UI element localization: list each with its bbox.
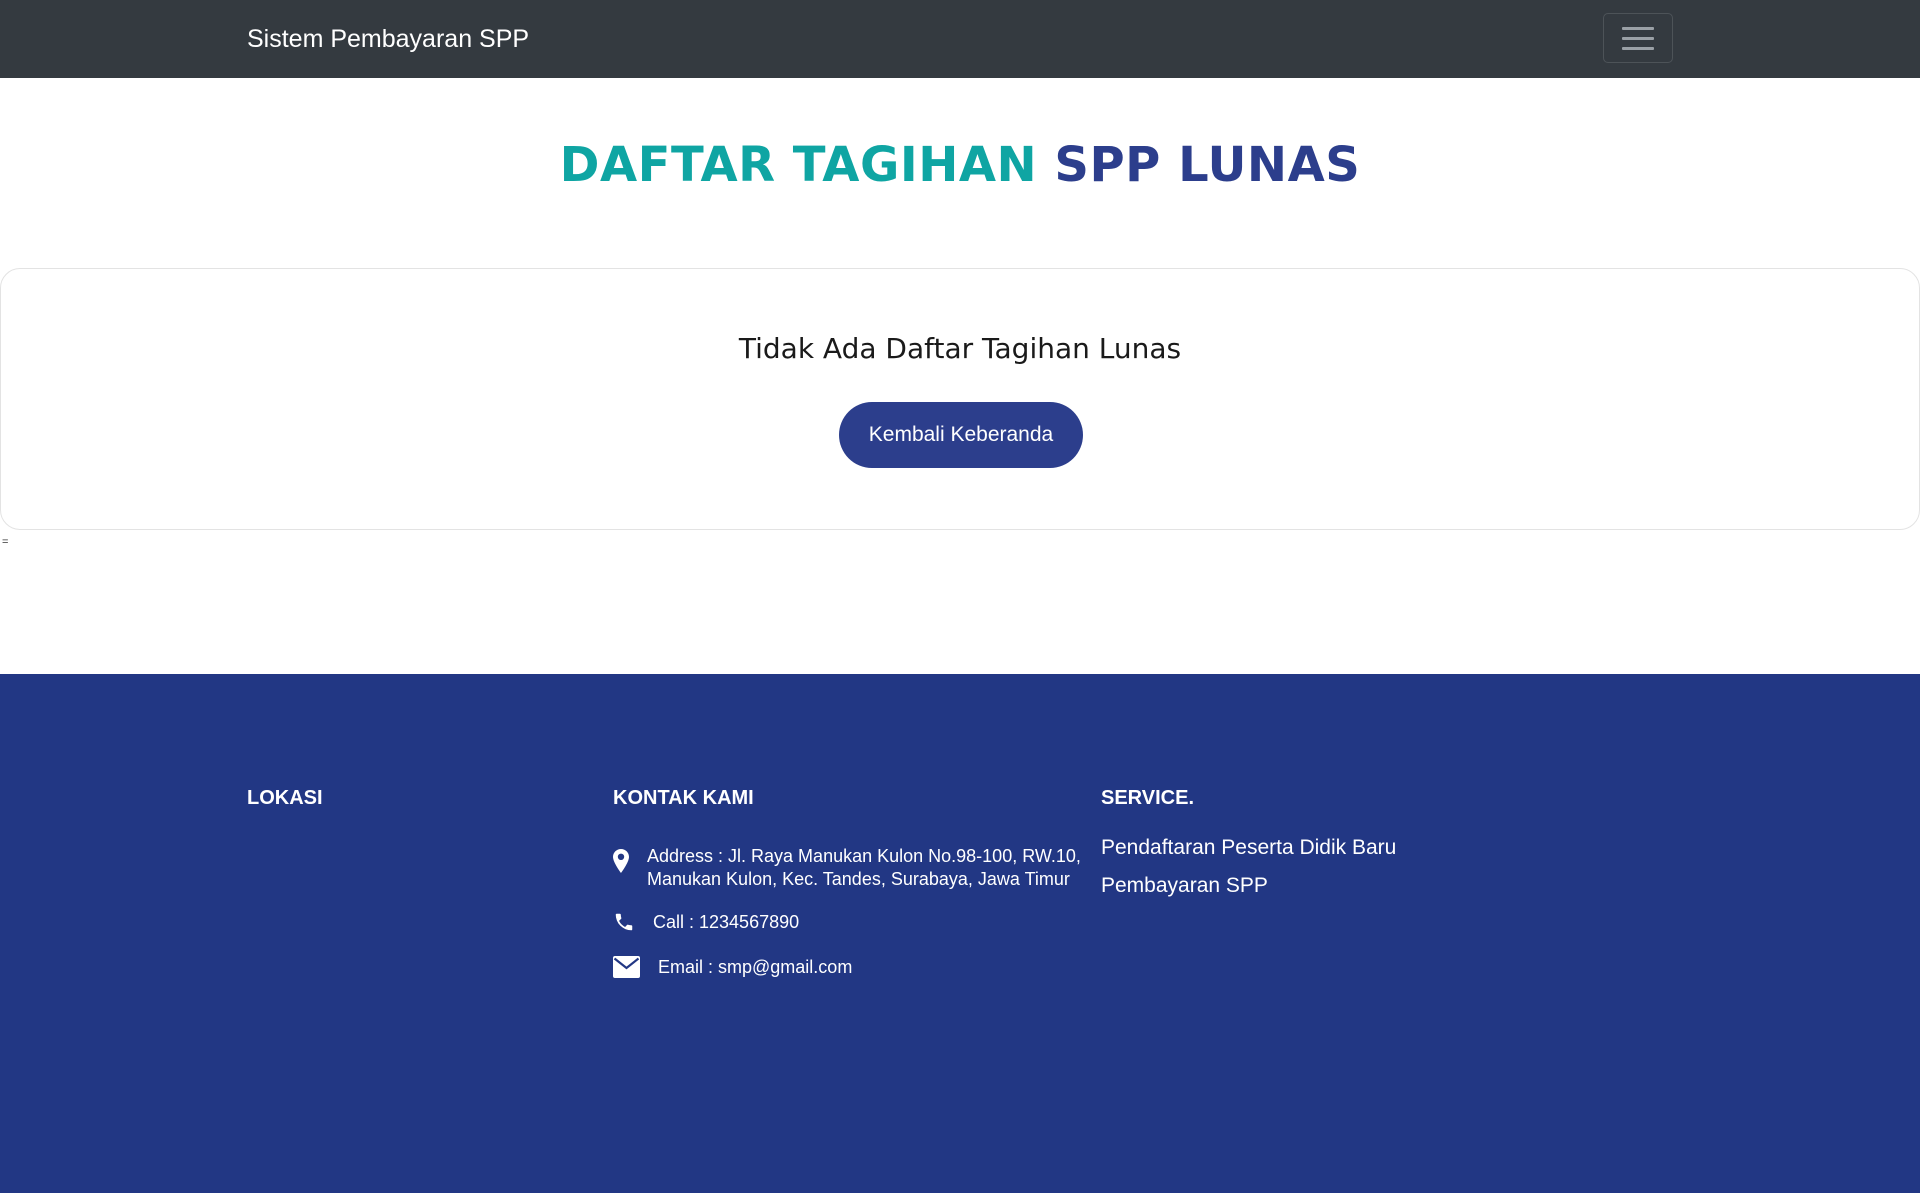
empty-state-card: Tidak Ada Daftar Tagihan Lunas Kembali K…: [0, 268, 1920, 530]
footer-service-title: SERVICE.: [1101, 787, 1194, 809]
back-to-home-button[interactable]: Kembali Keberanda: [839, 402, 1083, 468]
phone-icon: [613, 911, 643, 933]
map-pin-icon: [613, 845, 643, 875]
hamburger-menu-icon-bar: [1622, 36, 1654, 40]
contact-email: Email : smp@gmail.com: [613, 956, 852, 979]
contact-email-text: Email : smp@gmail.com: [658, 957, 853, 977]
footer-location-title: LOKASI: [247, 787, 323, 809]
service-link-registration[interactable]: Pendaftaran Peserta Didik Baru: [1101, 834, 1396, 862]
hamburger-menu-icon: [1622, 26, 1654, 30]
service-link-payment[interactable]: Pembayaran SPP: [1101, 872, 1268, 900]
page-title: DAFTAR TAGIHAN SPP LUNAS: [0, 133, 1920, 197]
stray-text: =: [2, 536, 9, 548]
navbar-brand[interactable]: Sistem Pembayaran SPP: [247, 23, 529, 55]
navbar-toggler-button[interactable]: [1603, 13, 1673, 63]
envelope-icon: [613, 956, 643, 978]
contact-address-line2: Manukan Kulon, Kec. Tandes, Surabaya, Ja…: [647, 869, 1070, 889]
footer: LOKASI KONTAK KAMI Address : Jl. Raya Ma…: [0, 674, 1920, 1193]
navbar: Sistem Pembayaran SPP: [0, 0, 1920, 78]
footer-contact-title: KONTAK KAMI: [613, 787, 754, 809]
page-title-part2: SPP LUNAS: [1054, 137, 1361, 193]
empty-state-message: Tidak Ada Daftar Tagihan Lunas: [738, 332, 1182, 365]
contact-phone: Call : 1234567890: [613, 911, 799, 934]
contact-phone-text: Call : 1234567890: [653, 912, 800, 932]
contact-address-line1: Address : Jl. Raya Manukan Kulon No.98-1…: [647, 846, 1081, 866]
hamburger-menu-icon-bar: [1622, 46, 1654, 50]
page-title-part1: DAFTAR TAGIHAN: [559, 137, 1038, 193]
contact-address: Address : Jl. Raya Manukan Kulon No.98-1…: [613, 845, 1081, 891]
